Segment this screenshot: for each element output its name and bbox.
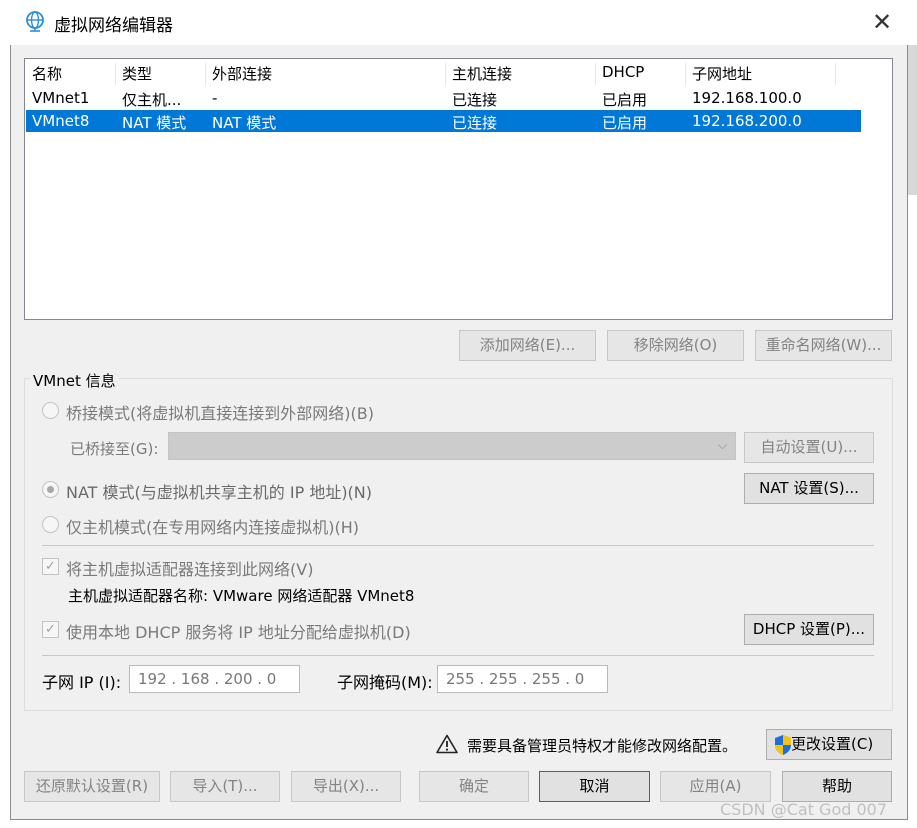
subnet-mask-label: 子网掩码(M): — [337, 673, 433, 692]
help-button[interactable]: 帮助 — [782, 771, 892, 802]
column-header-name[interactable]: 名称 — [32, 63, 62, 87]
column-header-type[interactable]: 类型 — [122, 63, 152, 87]
chevron-down-icon: ⌵ — [717, 438, 727, 452]
cell-dhcp: 已启用 — [602, 91, 648, 109]
host-only-radio[interactable] — [42, 516, 59, 533]
connect-adapter-label[interactable]: 将主机虚拟适配器连接到此网络(V) — [66, 556, 313, 580]
add-network-button[interactable]: 添加网络(E)... — [459, 330, 596, 361]
change-settings-label: 更改设置(C) — [791, 735, 874, 753]
column-separator[interactable] — [445, 63, 446, 85]
subnet-ip-label: 子网 IP (I): — [42, 673, 122, 692]
table-row-selected[interactable]: VMnet8 NAT 模式 NAT 模式 已连接 已启用 192.168.200… — [26, 110, 861, 132]
warning-icon — [436, 734, 458, 754]
restore-defaults-button[interactable]: 还原默认设置(R) — [24, 771, 160, 802]
watermark: CSDN @Cat God 007 — [720, 800, 888, 819]
column-header-external[interactable]: 外部连接 — [212, 63, 272, 87]
subnet-ip-input[interactable]: 192 . 168 . 200 . 0 — [129, 665, 300, 693]
auto-settings-button[interactable]: 自动设置(U)... — [744, 432, 874, 463]
close-icon[interactable]: ✕ — [866, 6, 898, 38]
divider — [42, 655, 874, 656]
cell-type: 仅主机... — [122, 91, 182, 109]
ok-button[interactable]: 确定 — [419, 771, 529, 802]
cell-subnet: 192.168.100.0 — [692, 89, 802, 107]
column-separator[interactable] — [595, 63, 596, 85]
cell-subnet: 192.168.200.0 — [692, 112, 802, 130]
bridged-to-select[interactable]: ⌵ — [168, 432, 736, 460]
column-header-dhcp[interactable]: DHCP — [602, 63, 644, 87]
remove-network-button[interactable]: 移除网络(O) — [607, 330, 744, 361]
change-settings-button[interactable]: 更改设置(C) — [766, 729, 892, 760]
window-title: 虚拟网络编辑器 — [54, 16, 173, 36]
subnet-mask-input[interactable]: 255 . 255 . 255 . 0 — [437, 665, 608, 693]
dhcp-settings-button[interactable]: DHCP 设置(P)... — [744, 614, 874, 645]
apply-button[interactable]: 应用(A) — [660, 771, 771, 802]
cancel-button[interactable]: 取消 — [539, 771, 650, 802]
vmnet-info-label: VMnet 信息 — [30, 370, 119, 391]
dhcp-checkbox[interactable]: ✓ — [42, 621, 59, 638]
column-separator[interactable] — [115, 63, 116, 85]
background-scrollbar — [908, 45, 917, 195]
rename-network-button[interactable]: 重命名网络(W)... — [755, 330, 892, 361]
column-separator[interactable] — [835, 63, 836, 85]
column-header-subnet[interactable]: 子网地址 — [692, 63, 752, 87]
cell-host: 已连接 — [452, 91, 498, 109]
column-header-host[interactable]: 主机连接 — [452, 63, 512, 87]
bridged-to-label: 已桥接至(G): — [70, 440, 159, 458]
cell-external: NAT 模式 — [212, 114, 277, 132]
column-separator[interactable] — [685, 63, 686, 85]
nat-settings-button[interactable]: NAT 设置(S)... — [744, 473, 874, 504]
nat-mode-radio[interactable] — [42, 481, 59, 498]
host-only-label[interactable]: 仅主机模式(在专用网络内连接虚拟机)(H) — [66, 514, 359, 538]
column-separator[interactable] — [205, 63, 206, 85]
cell-type: NAT 模式 — [122, 114, 187, 132]
shield-icon — [773, 734, 793, 756]
network-list[interactable]: 名称 类型 外部连接 主机连接 DHCP 子网地址 VMnet1 仅主机... … — [24, 58, 893, 320]
cell-host: 已连接 — [452, 114, 498, 132]
bridged-mode-label[interactable]: 桥接模式(将虚拟机直接连接到外部网络)(B) — [66, 400, 374, 424]
import-button[interactable]: 导入(T)... — [170, 771, 280, 802]
dhcp-label[interactable]: 使用本地 DHCP 服务将 IP 地址分配给虚拟机(D) — [66, 619, 411, 643]
connect-adapter-checkbox[interactable]: ✓ — [42, 558, 59, 575]
nat-mode-label[interactable]: NAT 模式(与虚拟机共享主机的 IP 地址)(N) — [66, 479, 372, 503]
radio-dot — [47, 486, 54, 493]
table-row[interactable]: VMnet1 仅主机... - 已连接 已启用 192.168.100.0 — [26, 87, 861, 109]
adapter-name-label: 主机虚拟适配器名称: VMware 网络适配器 VMnet8 — [68, 587, 415, 605]
cell-dhcp: 已启用 — [602, 114, 648, 132]
admin-warning-text: 需要具备管理员特权才能修改网络配置。 — [467, 737, 738, 755]
cell-external: - — [212, 89, 218, 107]
cell-name: VMnet1 — [32, 89, 90, 107]
export-button[interactable]: 导出(X)... — [291, 771, 401, 802]
cell-name: VMnet8 — [32, 112, 90, 130]
globe-icon — [24, 10, 46, 32]
bridged-mode-radio[interactable] — [42, 402, 59, 419]
divider — [42, 545, 874, 546]
